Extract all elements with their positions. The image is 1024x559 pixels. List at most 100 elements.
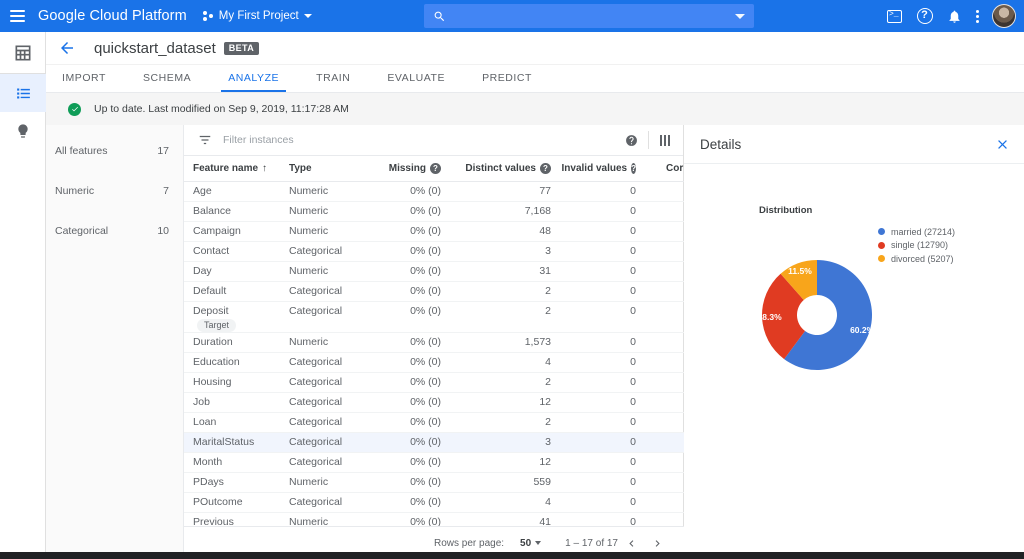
col-label-correlation: Cor — [666, 162, 684, 174]
global-topbar: Google Cloud Platform My First Project ? — [0, 0, 1024, 32]
col-type[interactable]: Type — [289, 156, 374, 182]
missing-help-icon[interactable]: ? — [430, 162, 441, 174]
table-row[interactable]: Contact Categorical 0% (0) 3 0 — [184, 241, 714, 262]
global-search[interactable] — [424, 4, 754, 28]
cell-invalid-values: 0 — [569, 221, 654, 242]
cell-missing: 0% (0) — [374, 301, 459, 333]
invalid-help-icon[interactable]: ? — [631, 162, 636, 174]
search-chevron-down-icon[interactable] — [735, 13, 745, 19]
close-icon[interactable] — [995, 137, 1010, 152]
more-vert-icon[interactable] — [976, 9, 979, 23]
rows-per-page-select[interactable]: 50 — [520, 538, 542, 549]
sidebar-count-categorical: 10 — [157, 225, 169, 237]
table-row[interactable]: PDays Numeric 0% (0) 559 0 — [184, 472, 714, 493]
dataset-header: quickstart_dataset BETA — [46, 32, 1024, 65]
legend-item[interactable]: single (12790) — [878, 239, 955, 253]
table-row[interactable]: Age Numeric 0% (0) 77 0 — [184, 181, 714, 202]
feature-name-text: Balance — [193, 205, 231, 217]
search-input[interactable] — [454, 10, 735, 22]
feature-name-text: Month — [193, 456, 223, 468]
feature-name-text: Housing — [193, 376, 232, 388]
cell-feature-name: Education — [184, 352, 289, 373]
sidebar-item-categorical[interactable]: Categorical 10 — [46, 211, 183, 251]
cell-invalid-values: 0 — [569, 472, 654, 493]
cell-feature-name: PDays — [184, 472, 289, 493]
cell-missing: 0% (0) — [374, 261, 459, 282]
table-row[interactable]: MaritalStatus Categorical 0% (0) 3 0 — [184, 432, 714, 453]
lightbulb-icon — [18, 124, 28, 138]
table-row[interactable]: Duration Numeric 0% (0) 1,573 0 — [184, 332, 714, 353]
cell-distinct-values: 2 — [459, 281, 569, 302]
project-selector[interactable]: My First Project — [202, 10, 312, 22]
tab-import[interactable]: IMPORT — [62, 72, 106, 92]
filter-help-icon[interactable] — [625, 134, 638, 147]
cell-distinct-values: 559 — [459, 472, 569, 493]
cell-missing: 0% (0) — [374, 472, 459, 493]
feature-name-text: Education — [193, 356, 240, 368]
details-title: Details — [700, 136, 742, 152]
cell-feature-name: MaritalStatus — [184, 432, 289, 453]
rail-item-models[interactable] — [0, 74, 46, 112]
rail-item-datasets[interactable] — [0, 36, 46, 69]
cell-type: Numeric — [289, 181, 374, 202]
table-row[interactable]: Job Categorical 0% (0) 12 0 — [184, 392, 714, 413]
hamburger-menu-icon[interactable] — [0, 0, 34, 32]
table-row[interactable]: Default Categorical 0% (0) 2 0 — [184, 281, 714, 302]
cell-type: Categorical — [289, 281, 374, 302]
rail-item-get-started[interactable] — [0, 112, 46, 150]
cell-invalid-values: 0 — [569, 432, 654, 453]
cell-feature-name: Day — [184, 261, 289, 282]
cell-feature-name: Default — [184, 281, 289, 302]
left-nav-rail — [0, 32, 46, 559]
cell-distinct-values: 2 — [459, 372, 569, 393]
filter-bar — [184, 125, 683, 156]
tab-analyze[interactable]: ANALYZE — [221, 72, 287, 92]
notifications-bell-icon[interactable] — [946, 8, 963, 25]
table-row[interactable]: Balance Numeric 0% (0) 7,168 0 — [184, 201, 714, 222]
cell-distinct-values: 12 — [459, 452, 569, 473]
table-row[interactable]: Day Numeric 0% (0) 31 0 — [184, 261, 714, 282]
tab-train[interactable]: TRAIN — [316, 72, 350, 92]
col-invalid-values[interactable]: Invalid values ? — [562, 156, 654, 182]
feature-name-text: Duration — [193, 336, 233, 348]
col-missing[interactable]: Missing ? — [374, 156, 459, 182]
table-row[interactable]: Loan Categorical 0% (0) 2 0 — [184, 412, 714, 433]
table-row[interactable]: Month Categorical 0% (0) 12 0 — [184, 452, 714, 473]
user-avatar[interactable] — [992, 4, 1016, 28]
distinct-help-icon[interactable]: ? — [540, 162, 551, 174]
filter-instances-input[interactable] — [223, 134, 625, 146]
col-label-type: Type — [289, 162, 312, 174]
legend-color-swatch — [878, 255, 885, 263]
tab-schema[interactable]: SCHEMA — [143, 72, 191, 92]
table-row[interactable]: Deposit Target Categorical 0% (0) 2 0 — [184, 301, 714, 333]
table-row[interactable]: Housing Categorical 0% (0) 2 0 — [184, 372, 714, 393]
legend-item[interactable]: divorced (5207) — [878, 252, 955, 266]
cloud-shell-icon[interactable] — [886, 8, 903, 25]
sidebar-item-all-features[interactable]: All features 17 — [46, 131, 183, 171]
help-icon[interactable]: ? — [916, 8, 933, 25]
sidebar-label-categorical: Categorical — [55, 225, 109, 237]
cell-distinct-values: 3 — [459, 241, 569, 262]
cell-type: Numeric — [289, 221, 374, 242]
col-label-distinct-values: Distinct values — [465, 162, 536, 174]
cell-distinct-values: 31 — [459, 261, 569, 282]
table-row[interactable]: Education Categorical 0% (0) 4 0 — [184, 352, 714, 373]
cell-type: Categorical — [289, 412, 374, 433]
cell-invalid-values: 0 — [569, 412, 654, 433]
column-settings-icon[interactable] — [659, 134, 670, 146]
feature-name-text: Loan — [193, 416, 217, 428]
sidebar-item-numeric[interactable]: Numeric 7 — [46, 171, 183, 211]
col-distinct-values[interactable]: Distinct values ? — [459, 156, 569, 182]
cell-invalid-values: 0 — [569, 281, 654, 302]
tab-predict[interactable]: PREDICT — [482, 72, 532, 92]
cell-feature-name: Campaign — [184, 221, 289, 242]
col-feature-name[interactable]: Feature name ↑ — [184, 156, 289, 182]
tab-evaluate[interactable]: EVALUATE — [387, 72, 445, 92]
table-row[interactable]: POutcome Categorical 0% (0) 4 0 — [184, 492, 714, 513]
feature-name-text: Job — [193, 396, 210, 408]
table-body: Age Numeric 0% (0) 77 0 Balance Numeric 0% (0) 7… — [184, 181, 714, 533]
legend-label: divorced (5207) — [891, 253, 954, 264]
legend-item[interactable]: married (27214) — [878, 225, 955, 239]
table-row[interactable]: Campaign Numeric 0% (0) 48 0 — [184, 221, 714, 242]
back-arrow-icon[interactable] — [58, 39, 76, 57]
